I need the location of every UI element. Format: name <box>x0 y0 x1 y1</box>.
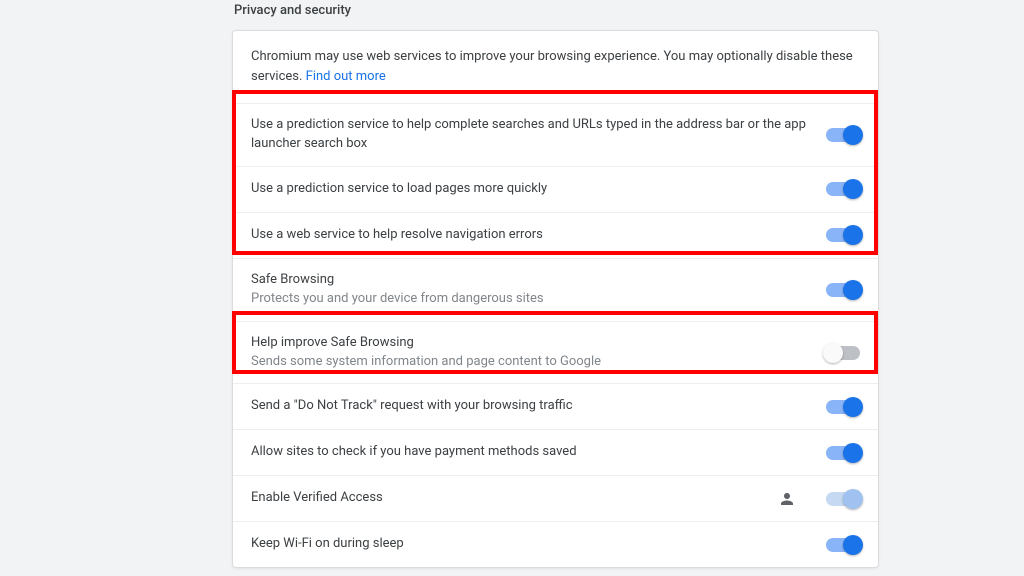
find-out-more-link[interactable]: Find out more <box>306 69 386 84</box>
settings-row-right <box>826 228 860 242</box>
settings-row-title: Allow sites to check if you have payment… <box>251 443 812 462</box>
settings-row-subtitle: Sends some system information and page c… <box>251 353 812 372</box>
settings-row[interactable]: Safe BrowsingProtects you and your devic… <box>233 258 878 321</box>
settings-row[interactable]: Use a prediction service to help complet… <box>233 104 878 166</box>
person-icon <box>778 490 796 508</box>
toggle-switch[interactable] <box>826 128 860 142</box>
toggle-switch[interactable] <box>826 283 860 297</box>
intro-text: Chromium may use web services to improve… <box>233 31 878 104</box>
settings-row[interactable]: Use a prediction service to load pages m… <box>233 166 878 212</box>
settings-row-title: Send a "Do Not Track" request with your … <box>251 397 812 416</box>
settings-row[interactable]: Use a web service to help resolve naviga… <box>233 212 878 258</box>
toggle-switch[interactable] <box>826 400 860 414</box>
settings-row[interactable]: Help improve Safe BrowsingSends some sys… <box>233 321 878 384</box>
settings-row-texts: Help improve Safe BrowsingSends some sys… <box>251 334 826 372</box>
toggle-switch[interactable] <box>826 538 860 552</box>
settings-row-right <box>826 446 860 460</box>
section-title: Privacy and security <box>232 3 879 18</box>
toggle-switch[interactable] <box>826 446 860 460</box>
settings-row[interactable]: Allow sites to check if you have payment… <box>233 429 878 475</box>
settings-row-title: Enable Verified Access <box>251 489 764 508</box>
settings-row-texts: Send a "Do Not Track" request with your … <box>251 397 826 416</box>
settings-row-title: Safe Browsing <box>251 271 812 290</box>
settings-row-title: Use a prediction service to load pages m… <box>251 180 812 199</box>
settings-row-right <box>778 490 860 508</box>
settings-row-texts: Use a prediction service to load pages m… <box>251 180 826 199</box>
settings-row-texts: Allow sites to check if you have payment… <box>251 443 826 462</box>
privacy-security-section: Privacy and security Chromium may use we… <box>232 0 879 568</box>
settings-row-right <box>826 128 860 142</box>
settings-row-right <box>826 283 860 297</box>
settings-card: Chromium may use web services to improve… <box>232 30 879 568</box>
settings-row-title: Help improve Safe Browsing <box>251 334 812 353</box>
settings-row[interactable]: Send a "Do Not Track" request with your … <box>233 383 878 429</box>
settings-row-texts: Keep Wi-Fi on during sleep <box>251 535 826 554</box>
toggle-switch[interactable] <box>826 346 860 360</box>
settings-row-title: Use a web service to help resolve naviga… <box>251 226 812 245</box>
settings-row-texts: Use a prediction service to help complet… <box>251 116 826 154</box>
settings-row[interactable]: Enable Verified Access <box>233 475 878 521</box>
settings-row-right <box>826 346 860 360</box>
settings-row-texts: Use a web service to help resolve naviga… <box>251 226 826 245</box>
settings-row-title: Use a prediction service to help complet… <box>251 116 812 154</box>
settings-row-texts: Safe BrowsingProtects you and your devic… <box>251 271 826 309</box>
settings-row-title: Keep Wi-Fi on during sleep <box>251 535 812 554</box>
settings-row[interactable]: Keep Wi-Fi on during sleep <box>233 521 878 567</box>
toggle-switch <box>826 492 860 506</box>
toggle-switch[interactable] <box>826 182 860 196</box>
toggle-switch[interactable] <box>826 228 860 242</box>
settings-row-right <box>826 400 860 414</box>
settings-row-right <box>826 538 860 552</box>
settings-row-subtitle: Protects you and your device from danger… <box>251 290 812 309</box>
settings-row-texts: Enable Verified Access <box>251 489 778 508</box>
settings-row-right <box>826 182 860 196</box>
